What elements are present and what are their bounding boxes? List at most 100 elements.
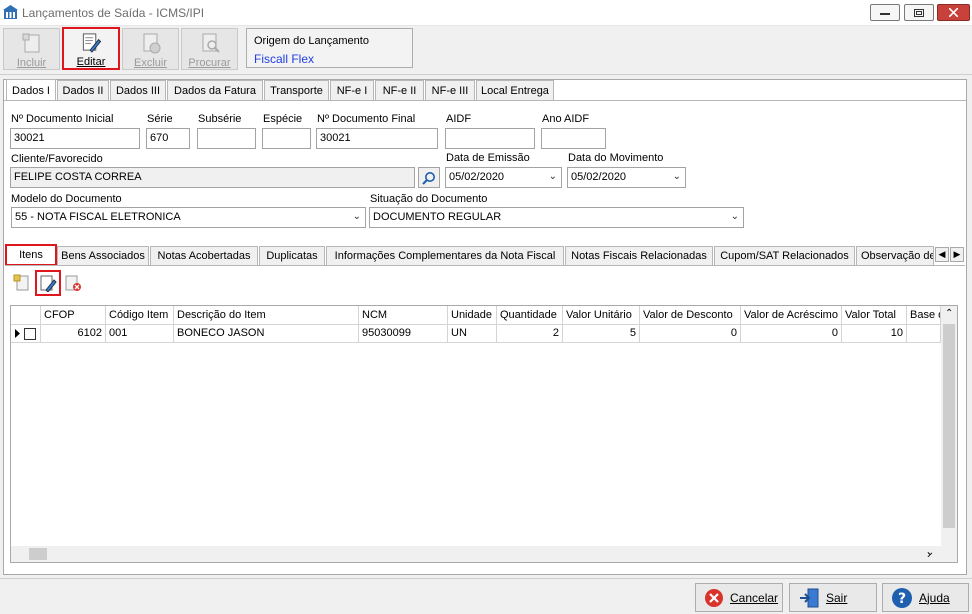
close-button[interactable]	[937, 4, 970, 21]
tab-scroll-right-button[interactable]: ▶	[950, 247, 964, 262]
grid-header-cfop[interactable]: CFOP	[41, 306, 106, 325]
tab-nfe-i[interactable]: NF-e I	[330, 80, 374, 100]
add-document-icon	[13, 274, 29, 291]
grid-header-base[interactable]: Base d	[907, 306, 941, 325]
grid-header-quantidade[interactable]: Quantidade	[497, 306, 563, 325]
search-document-icon	[202, 33, 220, 53]
cliente-label: Cliente/Favorecido	[11, 153, 103, 165]
subtab-notas-relacionadas[interactable]: Notas Fiscais Relacionadas	[565, 246, 713, 265]
tab-label: Dados da Fatura	[174, 84, 256, 97]
chevron-down-icon: ⌄	[730, 211, 739, 222]
table-cell-valor-unitario[interactable]: 5	[563, 325, 640, 343]
table-cell-base[interactable]	[907, 325, 941, 343]
cancelar-button[interactable]: Cancelar	[695, 583, 783, 612]
tab-label: NF-e I	[336, 84, 368, 97]
aidf-label: AIDF	[446, 113, 472, 125]
data-emissao-picker[interactable]: 05/02/2020 ⌄	[445, 167, 562, 188]
triangle-left-icon: ◀	[938, 249, 946, 259]
triangle-right-icon: ▶	[953, 249, 961, 259]
tab-transporte[interactable]: Transporte	[264, 80, 329, 100]
incluir-button[interactable]: Incluir	[3, 28, 60, 70]
situacao-label: Situação do Documento	[370, 193, 488, 205]
origem-box: Origem do Lançamento Fiscall Flex	[246, 28, 413, 68]
subserie-field[interactable]	[197, 128, 256, 149]
grid-header-codigo[interactable]: Código Item	[106, 306, 174, 325]
subtab-label: Itens	[19, 249, 43, 261]
subtab-notas-acobertadas[interactable]: Notas Acobertadas	[150, 246, 258, 265]
ano-aidf-field[interactable]	[541, 128, 606, 149]
data-movimento-picker[interactable]: 05/02/2020 ⌄	[567, 167, 686, 188]
grid-header-valor-total[interactable]: Valor Total	[842, 306, 907, 325]
restore-icon	[914, 8, 924, 17]
editar-button[interactable]: Editar	[62, 27, 120, 70]
tab-local-entrega[interactable]: Local Entrega	[476, 80, 554, 100]
data-movimento-label: Data do Movimento	[568, 152, 664, 164]
ajuda-button[interactable]: ? Ajuda	[882, 583, 969, 612]
tab-nfe-ii[interactable]: NF-e II	[375, 80, 424, 100]
serie-field[interactable]: 670	[146, 128, 190, 149]
chevron-down-icon: ⌄	[352, 211, 361, 222]
divider	[0, 578, 972, 579]
table-cell-ncm[interactable]: 95030099	[359, 325, 448, 343]
row-indicator[interactable]	[11, 325, 41, 343]
chevron-up-icon[interactable]: ⌃	[945, 308, 953, 319]
procurar-button[interactable]: Procurar	[181, 28, 238, 70]
subtab-observacao[interactable]: Observação de	[856, 246, 934, 265]
scroll-thumb[interactable]	[29, 548, 47, 560]
grid-header-desconto[interactable]: Valor de Desconto	[640, 306, 741, 325]
search-icon	[422, 171, 435, 185]
chevron-down-icon[interactable]: ⌄	[926, 547, 934, 558]
subtab-label: Notas Fiscais Relacionadas	[571, 250, 707, 262]
modelo-select[interactable]: 55 - NOTA FISCAL ELETRONICA ⌄	[11, 207, 366, 228]
situacao-select[interactable]: DOCUMENTO REGULAR ⌄	[369, 207, 744, 228]
subtab-duplicatas[interactable]: Duplicatas	[259, 246, 325, 265]
tab-nfe-iii[interactable]: NF-e III	[425, 80, 475, 100]
delete-document-icon	[143, 33, 160, 54]
tab-dados-i[interactable]: Dados I	[6, 79, 56, 101]
grid-header-unidade[interactable]: Unidade	[448, 306, 497, 325]
divider	[4, 100, 966, 101]
delete-item-button[interactable]	[62, 272, 84, 294]
table-cell-acrescimo[interactable]: 0	[741, 325, 842, 343]
table-cell-quantidade[interactable]: 2	[497, 325, 563, 343]
maximize-button[interactable]	[904, 4, 934, 21]
num-doc-inicial-field[interactable]: 30021	[10, 128, 140, 149]
vertical-scrollbar[interactable]: ⌃	[941, 306, 957, 546]
tab-label: NF-e II	[382, 84, 417, 97]
grid-header-valor-unitario[interactable]: Valor Unitário	[563, 306, 640, 325]
subtab-info-complementares[interactable]: Informações Complementares da Nota Fisca…	[326, 246, 564, 265]
scroll-thumb[interactable]	[943, 324, 955, 528]
exit-door-icon	[800, 588, 819, 607]
add-item-button[interactable]	[11, 272, 33, 294]
aidf-field[interactable]	[445, 128, 535, 149]
cliente-search-button[interactable]	[418, 167, 440, 188]
tab-dados-iii[interactable]: Dados III	[110, 80, 166, 100]
subtab-bens-associados[interactable]: Bens Associados	[57, 246, 149, 265]
table-cell-valor-total[interactable]: 10	[842, 325, 907, 343]
subtab-cupom-sat[interactable]: Cupom/SAT Relacionados	[714, 246, 855, 265]
tab-label: Local Entrega	[481, 84, 549, 97]
tab-dados-fatura[interactable]: Dados da Fatura	[167, 80, 263, 100]
tab-dados-ii[interactable]: Dados II	[57, 80, 109, 100]
grid-header-descricao[interactable]: Descrição do Item	[174, 306, 359, 325]
sair-button[interactable]: Sair	[789, 583, 877, 612]
grid-header-ncm[interactable]: NCM	[359, 306, 448, 325]
especie-field[interactable]	[262, 128, 311, 149]
help-icon: ?	[892, 587, 912, 608]
cliente-field[interactable]: FELIPE COSTA CORREA	[10, 167, 415, 188]
grid-header-acrescimo[interactable]: Valor de Acréscimo	[741, 306, 842, 325]
excluir-button[interactable]: Excluir	[122, 28, 179, 70]
table-cell-desconto[interactable]: 0	[640, 325, 741, 343]
table-cell-codigo[interactable]: 001	[106, 325, 174, 343]
table-cell-descricao[interactable]: BONECO JASON	[174, 325, 359, 343]
table-cell-unidade[interactable]: UN	[448, 325, 497, 343]
subtab-itens[interactable]: Itens	[5, 244, 57, 266]
horizontal-scrollbar[interactable]: ›	[11, 546, 957, 562]
minimize-button[interactable]	[870, 4, 900, 21]
ajuda-label: Ajuda	[919, 590, 950, 605]
tab-scroll-left-button[interactable]: ◀	[935, 247, 949, 262]
window-title: Lançamentos de Saída - ICMS/IPI	[22, 6, 205, 20]
table-cell-cfop[interactable]: 6102	[41, 325, 106, 343]
num-doc-final-field[interactable]: 30021	[316, 128, 438, 149]
edit-item-button[interactable]	[35, 270, 61, 296]
